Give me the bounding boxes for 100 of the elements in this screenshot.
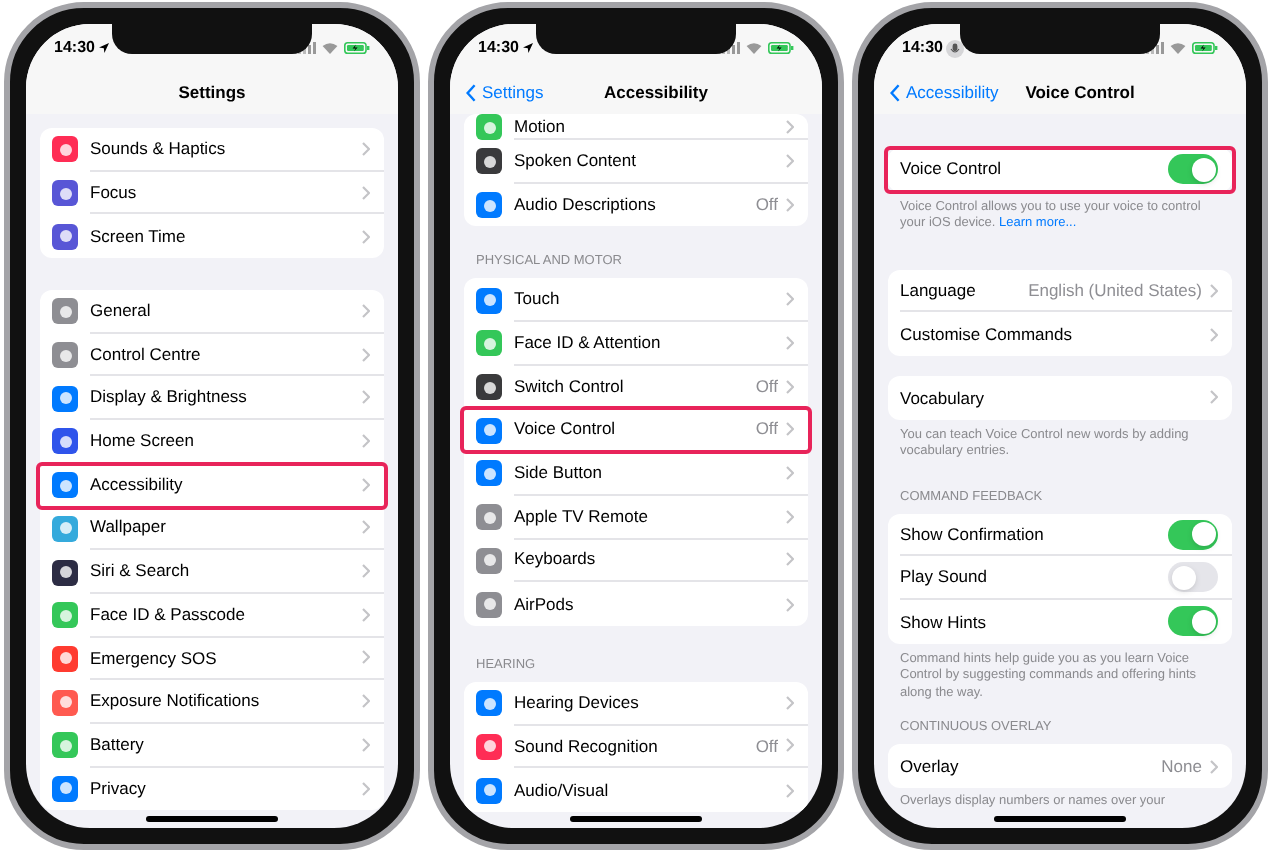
chevron-icon: [362, 433, 370, 448]
home-indicator: [570, 816, 702, 822]
wifi-icon: [322, 42, 338, 54]
battery-icon: [768, 42, 794, 54]
row-value: None: [1161, 753, 1202, 780]
toggle-switch[interactable]: [1168, 519, 1218, 550]
row-label[interactable]: Privacy: [90, 776, 354, 802]
chevron-icon: [362, 141, 370, 156]
chevron-icon: [362, 650, 370, 665]
back-button[interactable]: Settings: [466, 80, 544, 106]
chevron-icon: [362, 390, 370, 405]
chevron-icon: [786, 422, 794, 437]
toggle-switch[interactable]: [1168, 606, 1218, 637]
chevron-icon: [362, 694, 370, 709]
row-label[interactable]: Display & Brightness: [90, 384, 354, 411]
chevron-icon: [786, 552, 794, 567]
chevron-icon: [786, 509, 794, 524]
chevron-icon: [786, 153, 794, 168]
row-label[interactable]: Face ID & Passcode: [90, 601, 354, 628]
row-label[interactable]: Language: [900, 277, 1021, 303]
row-label[interactable]: Emergency SOS: [90, 645, 354, 671]
row-label[interactable]: Side Button: [514, 460, 778, 486]
row-label[interactable]: Battery: [90, 731, 354, 758]
back-chevron-icon: [466, 84, 476, 102]
wifi-icon: [746, 42, 762, 54]
status-time: 14:30: [54, 36, 95, 60]
row-label[interactable]: Overlay: [900, 753, 1154, 780]
row-label[interactable]: Customise Commands: [900, 321, 1202, 348]
row-value: Off: [755, 192, 778, 218]
row-label[interactable]: Sounds & Haptics: [90, 135, 354, 162]
chevron-icon: [362, 229, 370, 244]
row-label[interactable]: General: [90, 298, 354, 324]
signal-icon: [722, 42, 740, 54]
navigation-title: Settings: [178, 80, 246, 106]
chevron-icon: [786, 597, 794, 612]
chevron-icon: [362, 477, 370, 492]
row-label[interactable]: Focus: [90, 179, 354, 205]
battery-icon: [1192, 42, 1218, 54]
navigation-title: Voice Control: [1025, 80, 1135, 106]
row-label[interactable]: Home Screen: [90, 428, 354, 454]
chevron-icon: [1210, 759, 1218, 774]
row-value: English (United States): [1028, 277, 1202, 303]
row-label[interactable]: Control Centre: [90, 341, 354, 367]
row-label[interactable]: Vocabulary: [900, 385, 1202, 411]
chevron-icon: [1210, 327, 1218, 342]
toggle-switch[interactable]: [1168, 562, 1218, 593]
row-label[interactable]: Screen Time: [90, 223, 354, 250]
chevron-icon: [786, 465, 794, 480]
location-arrow-icon: [522, 42, 535, 54]
row-label[interactable]: Touch: [514, 286, 778, 313]
row-label[interactable]: Voice Control: [514, 416, 748, 443]
status-time: 14:30: [902, 36, 943, 60]
chevron-icon: [362, 737, 370, 752]
location-arrow-icon: [98, 42, 111, 54]
wifi-icon: [1170, 42, 1186, 54]
row-label[interactable]: Spoken Content: [514, 147, 778, 174]
row-label[interactable]: Face ID & Attention: [514, 330, 778, 356]
chevron-icon: [1210, 283, 1218, 298]
row-label[interactable]: Keyboards: [514, 546, 778, 573]
battery-icon: [344, 42, 370, 54]
chevron-icon: [362, 303, 370, 318]
back-button[interactable]: Accessibility: [890, 80, 999, 106]
chevron-icon: [786, 292, 794, 307]
chevron-icon: [362, 347, 370, 362]
row-label[interactable]: Wallpaper: [90, 514, 354, 541]
row-label[interactable]: Audio Descriptions: [514, 192, 748, 218]
row-label[interactable]: Show Confirmation: [900, 521, 1160, 547]
home-indicator: [994, 816, 1126, 822]
home-indicator: [146, 816, 278, 822]
chevron-icon: [786, 198, 794, 213]
back-chevron-icon: [890, 84, 900, 102]
row-label[interactable]: Motion: [514, 114, 778, 139]
signal-icon: [298, 42, 316, 54]
row-label[interactable]: Voice Control: [900, 156, 1160, 183]
row-value: Off: [755, 416, 778, 443]
chevron-icon: [362, 520, 370, 535]
row-label[interactable]: Hearing Devices: [514, 689, 778, 716]
status-time: 14:30: [478, 36, 519, 60]
row-label[interactable]: Apple TV Remote: [514, 503, 778, 530]
chevron-icon: [786, 119, 794, 133]
chevron-icon: [786, 783, 794, 798]
row-value: Off: [755, 733, 778, 759]
row-label[interactable]: Sound Recognition: [514, 733, 748, 759]
chevron-icon: [362, 564, 370, 579]
navigation-title: Accessibility: [604, 80, 708, 106]
chevron-icon: [362, 607, 370, 622]
toggle-switch[interactable]: [1168, 154, 1218, 185]
row-value: Off: [755, 373, 778, 399]
chevron-icon: [786, 335, 794, 350]
chevron-icon: [1210, 390, 1218, 405]
row-label[interactable]: Audio/Visual: [514, 777, 778, 803]
row-label[interactable]: Switch Control: [514, 373, 748, 399]
chevron-icon: [786, 738, 794, 753]
row-label[interactable]: Show Hints: [900, 609, 1160, 635]
row-label[interactable]: Accessibility: [90, 471, 354, 498]
row-label[interactable]: Play Sound: [900, 564, 1160, 591]
row-label[interactable]: Exposure Notifications: [90, 688, 354, 714]
microphone-icon: [946, 39, 965, 57]
row-label[interactable]: Siri & Search: [90, 558, 354, 584]
row-label[interactable]: AirPods: [514, 591, 778, 617]
